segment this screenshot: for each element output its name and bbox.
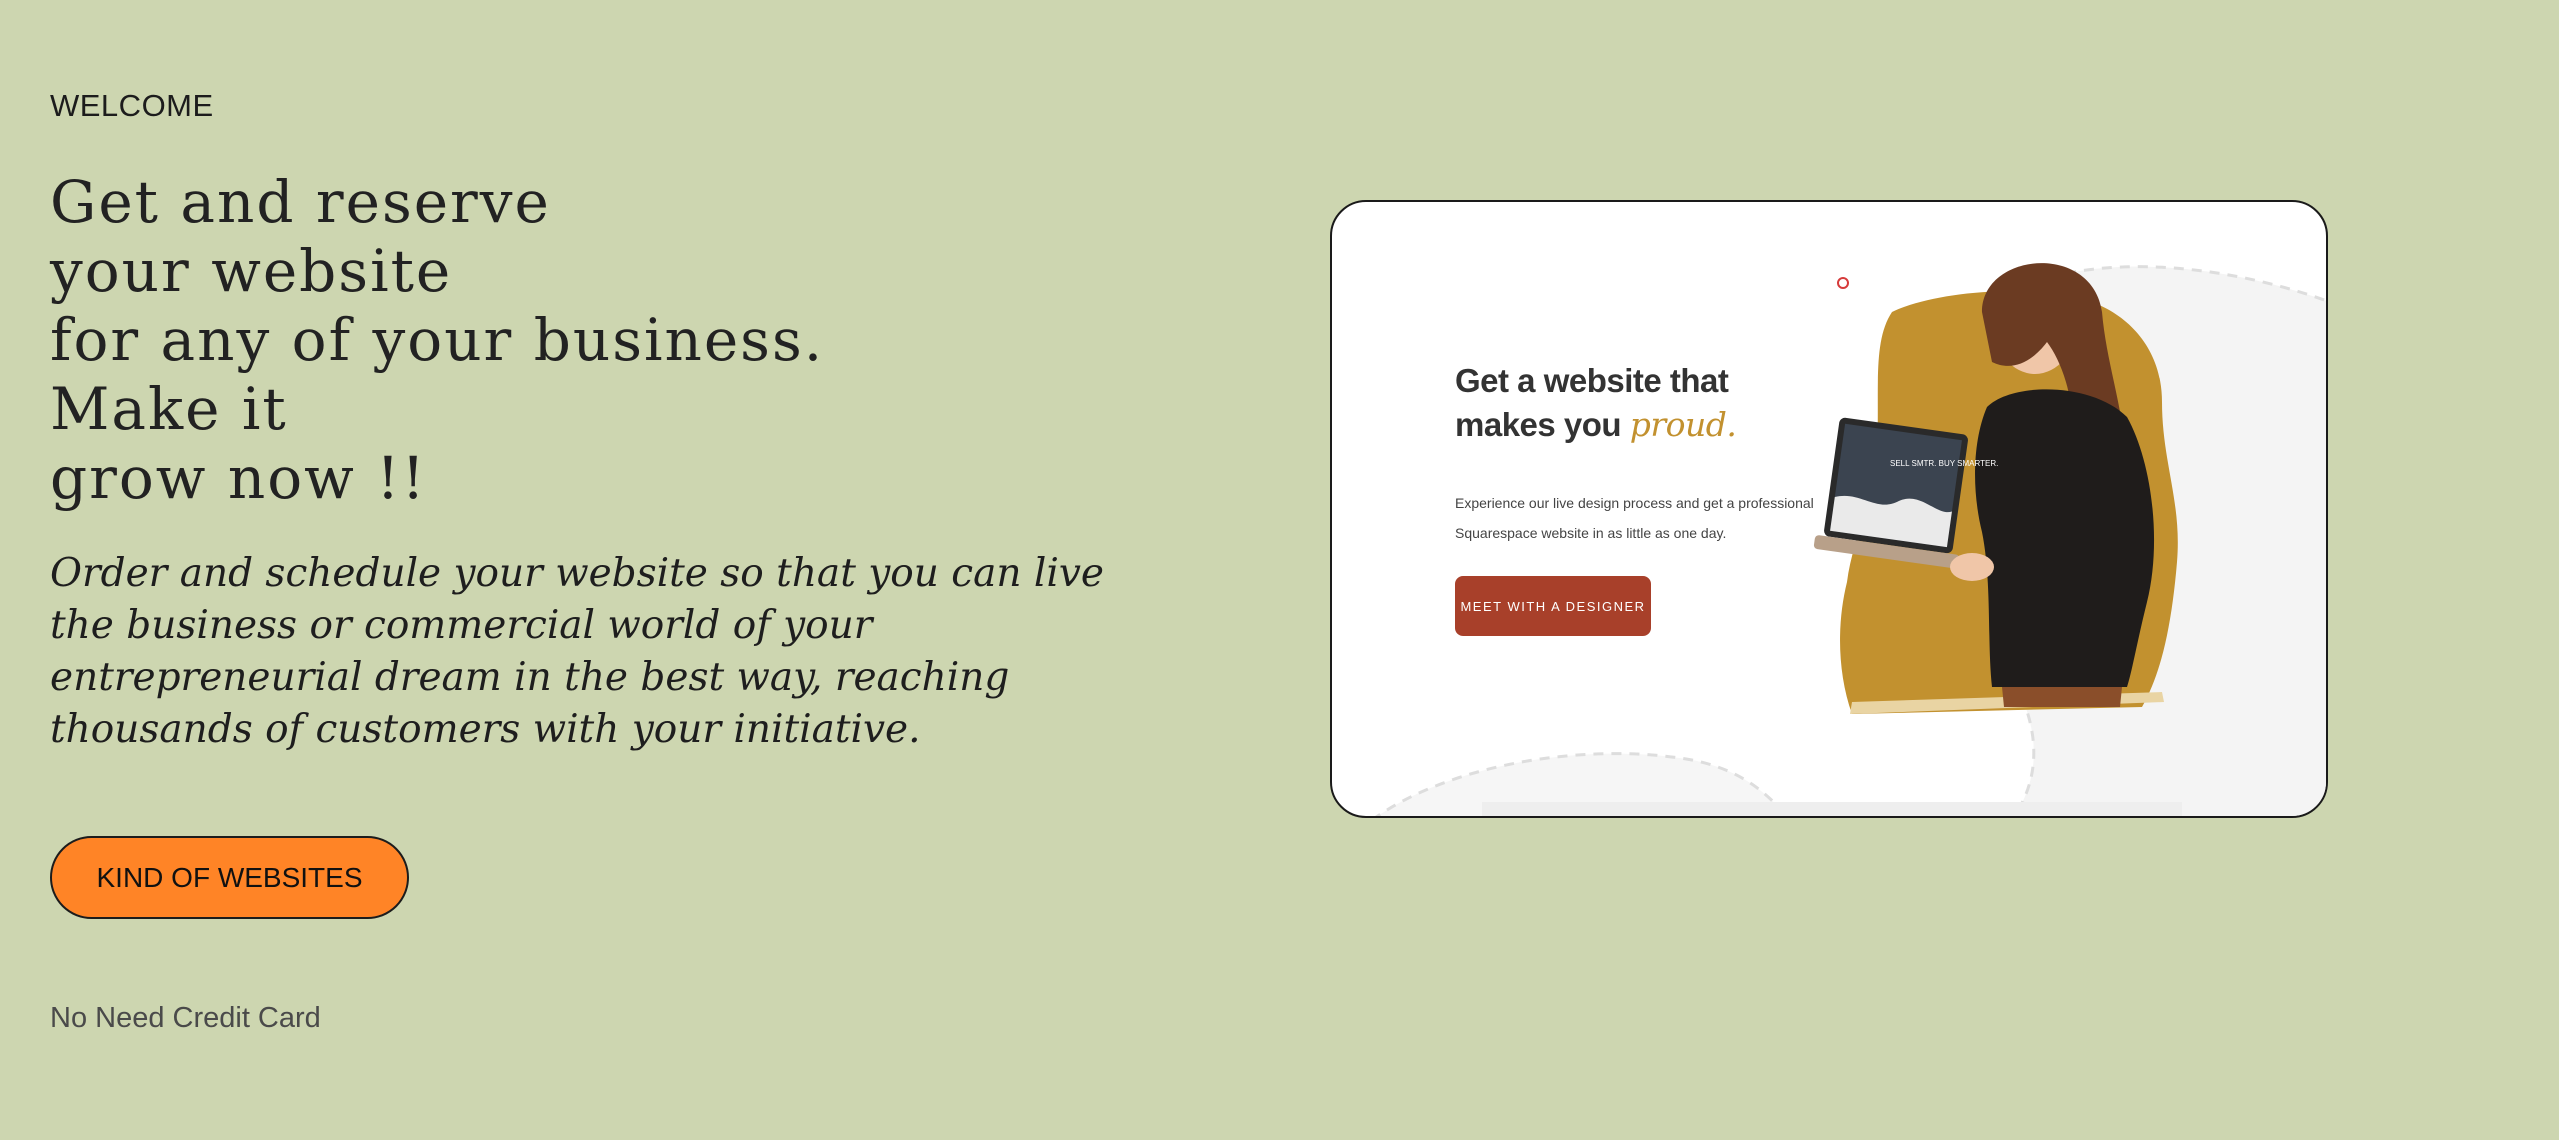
- landing-page: WELCOME Get and reserve your website for…: [0, 0, 2559, 1140]
- meet-designer-button: MEET WITH A DESIGNER: [1455, 576, 1651, 636]
- headline-line: Make it: [50, 375, 288, 443]
- preview-title-accent: proud.: [1629, 405, 1737, 444]
- preview-title-line1: Get a website that: [1455, 362, 1729, 399]
- preview-title: Get a website that makes you proud.: [1455, 359, 1737, 447]
- headline-line: your website: [50, 237, 453, 305]
- website-preview-image: SELL SMTR. BUY SMARTER. Get a website th…: [1330, 200, 2328, 818]
- preview-title-prefix: makes you: [1455, 406, 1630, 443]
- headline-line: grow now !!: [50, 444, 427, 512]
- hero-description: Order and schedule your website so that …: [50, 551, 1104, 752]
- preview-title-line2: makes you proud.: [1455, 403, 1737, 447]
- kind-of-websites-button[interactable]: KIND OF WEBSITES: [50, 836, 409, 919]
- kind-of-websites-button-label: KIND OF WEBSITES: [96, 861, 363, 893]
- headline-line: for any of your business.: [50, 306, 825, 374]
- welcome-eyebrow: WELCOME: [50, 88, 214, 123]
- laptop-screen-text: SELL SMTR. BUY SMARTER.: [1890, 459, 1998, 468]
- headline-line: Get and reserve: [50, 168, 551, 236]
- no-credit-card-note: No Need Credit Card: [50, 1002, 321, 1034]
- hero-headline: Get and reserve your website for any of …: [50, 168, 1150, 513]
- record-indicator-icon: [1837, 277, 1849, 289]
- preview-description: Experience our live design process and g…: [1455, 495, 1814, 541]
